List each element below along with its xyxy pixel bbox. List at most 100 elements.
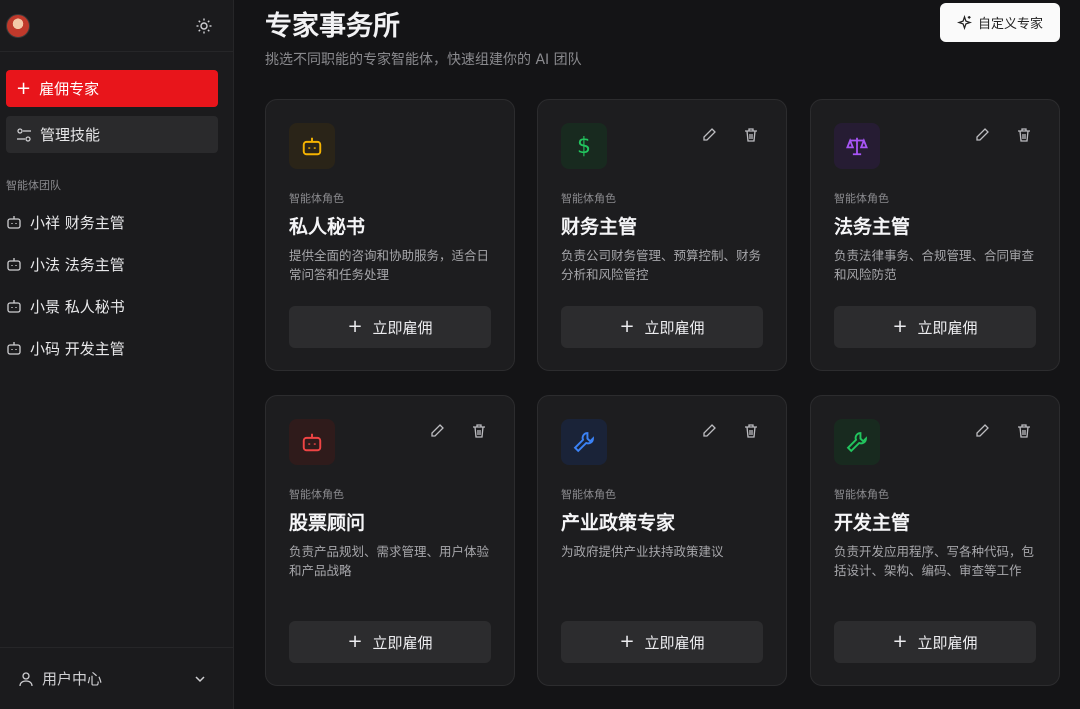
edit-icon[interactable]: [426, 420, 448, 442]
hire-label: 立即雇佣: [644, 633, 705, 652]
plus-icon: +: [347, 316, 363, 337]
hire-label: 立即雇佣: [372, 318, 433, 337]
card-desc: 为政府提供产业扶持政策建议: [561, 544, 724, 559]
robot-icon: [7, 300, 21, 313]
hire-button[interactable]: + 立即雇佣: [289, 621, 491, 663]
card-actions: [971, 124, 1035, 146]
expert-card: $ 智能体角色 财务主管 负责公司财务管理、预算控制、财务分析和风险管控 + 立…: [537, 99, 787, 371]
expert-card: 智能体角色 股票顾问 负责产品规划、需求管理、用户体验和产品战略 + 立即雇佣: [265, 395, 515, 686]
hire-button[interactable]: + 立即雇佣: [561, 621, 763, 663]
main-content: 专家事务所 挑选不同职能的专家智能体，快速组建你的 AI 团队 自定义专家 智能…: [235, 0, 1080, 709]
card-icon-box: [289, 419, 335, 465]
hire-label: 立即雇佣: [372, 633, 433, 652]
card-icon-box: [834, 123, 880, 169]
edit-icon[interactable]: [971, 124, 993, 146]
plus-icon: +: [619, 316, 635, 337]
team-item[interactable]: 小祥 财务主管: [0, 201, 234, 243]
card-icon-box: [834, 419, 880, 465]
edit-icon[interactable]: [698, 124, 720, 146]
card-name: 法务主管: [834, 216, 911, 238]
scale-icon: [846, 137, 868, 156]
team-item[interactable]: 小法 法务主管: [0, 243, 234, 285]
card-actions: [426, 420, 490, 442]
expert-grid: 智能体角色 私人秘书 提供全面的咨询和协助服务，适合日常问答和任务处理 + 立即…: [265, 99, 1060, 687]
hire-button[interactable]: + 立即雇佣: [834, 621, 1036, 663]
hire-label: 立即雇佣: [917, 633, 978, 652]
expert-card: 智能体角色 开发主管 负责开发应用程序、写各种代码，包括设计、架构、编码、审查等…: [810, 395, 1060, 686]
card-desc: 负责法律事务、合规管理、合同审查和风险防范: [834, 248, 1035, 282]
plus-icon: +: [347, 631, 363, 652]
trash-icon[interactable]: [740, 124, 762, 146]
dollar-icon: $: [577, 133, 591, 159]
card-role: 智能体角色: [834, 192, 889, 205]
robot-icon: [302, 137, 322, 156]
sun-icon[interactable]: [193, 15, 215, 37]
custom-expert-button[interactable]: 自定义专家: [940, 3, 1060, 42]
robot-icon: [302, 433, 322, 452]
manage-skills-button[interactable]: 管理技能: [6, 116, 218, 153]
hire-label: 立即雇佣: [917, 318, 978, 337]
page-title: 专家事务所: [265, 11, 400, 42]
card-icon-box: $: [561, 123, 607, 169]
card-role: 智能体角色: [834, 488, 889, 501]
custom-expert-label: 自定义专家: [977, 17, 1043, 32]
chevron-down-icon: [195, 675, 205, 682]
sparkles-icon: [956, 15, 972, 30]
team-item[interactable]: 小景 私人秘书: [0, 285, 234, 327]
user-icon: [19, 671, 33, 686]
card-name: 私人秘书: [289, 216, 366, 238]
team-item-label: 小景 私人秘书: [30, 297, 125, 316]
team-item-label: 小码 开发主管: [30, 339, 125, 358]
card-role: 智能体角色: [561, 488, 616, 501]
card-desc: 负责公司财务管理、预算控制、财务分析和风险管控: [561, 248, 762, 282]
sidebar-header: [0, 0, 233, 52]
page-subtitle: 挑选不同职能的专家智能体，快速组建你的 AI 团队: [265, 52, 582, 68]
card-desc: 提供全面的咨询和协助服务，适合日常问答和任务处理: [289, 248, 490, 282]
team-item[interactable]: 小码 开发主管: [0, 327, 234, 369]
card-role: 智能体角色: [289, 488, 344, 501]
plus-icon: +: [892, 316, 908, 337]
card-desc: 负责产品规划、需求管理、用户体验和产品战略: [289, 544, 490, 578]
team-item-label: 小祥 财务主管: [30, 213, 125, 232]
trash-icon[interactable]: [1013, 124, 1035, 146]
hire-button[interactable]: + 立即雇佣: [289, 306, 491, 348]
trash-icon[interactable]: [468, 420, 490, 442]
card-desc: 负责开发应用程序、写各种代码，包括设计、架构、编码、审查等工作: [834, 544, 1035, 578]
plus-icon: +: [892, 631, 908, 652]
sliders-icon: [17, 127, 31, 142]
avatar[interactable]: [6, 13, 30, 38]
user-center-button[interactable]: 用户中心: [0, 647, 234, 709]
card-icon-box: [561, 419, 607, 465]
card-name: 财务主管: [561, 216, 638, 238]
card-icon-box: [289, 123, 335, 169]
team-list: 小祥 财务主管 小法 法务主管 小景 私人秘书 小码 开发主管: [0, 201, 234, 369]
hire-expert-button[interactable]: + 雇佣专家: [6, 70, 218, 107]
card-actions: [971, 420, 1035, 442]
trash-icon[interactable]: [1013, 420, 1035, 442]
card-name: 股票顾问: [289, 512, 366, 534]
edit-icon[interactable]: [698, 420, 720, 442]
expert-card: 智能体角色 法务主管 负责法律事务、合规管理、合同审查和风险防范 + 立即雇佣: [810, 99, 1060, 371]
manage-skills-label: 管理技能: [40, 126, 101, 144]
hire-button[interactable]: + 立即雇佣: [561, 306, 763, 348]
hire-expert-label: 雇佣专家: [39, 80, 100, 98]
expert-card: 智能体角色 私人秘书 提供全面的咨询和协助服务，适合日常问答和任务处理 + 立即…: [265, 99, 515, 371]
robot-icon: [7, 342, 21, 355]
team-section-label: 智能体团队: [6, 179, 61, 192]
card-role: 智能体角色: [289, 192, 344, 205]
expert-card: 智能体角色 产业政策专家 为政府提供产业扶持政策建议 + 立即雇佣: [537, 395, 787, 686]
sidebar: + 雇佣专家 管理技能 智能体团队 小祥 财务主管 小法 法务主管 小景 私人秘…: [0, 0, 234, 709]
edit-icon[interactable]: [971, 420, 993, 442]
robot-icon: [7, 216, 21, 229]
card-actions: [698, 420, 762, 442]
card-name: 产业政策专家: [561, 512, 676, 534]
card-name: 开发主管: [834, 512, 911, 534]
hire-label: 立即雇佣: [644, 318, 705, 337]
card-role: 智能体角色: [561, 192, 616, 205]
team-item-label: 小法 法务主管: [30, 255, 125, 274]
hire-button[interactable]: + 立即雇佣: [834, 306, 1036, 348]
trash-icon[interactable]: [740, 420, 762, 442]
robot-icon: [7, 258, 21, 271]
plus-icon: +: [619, 631, 635, 652]
card-actions: [698, 124, 762, 146]
